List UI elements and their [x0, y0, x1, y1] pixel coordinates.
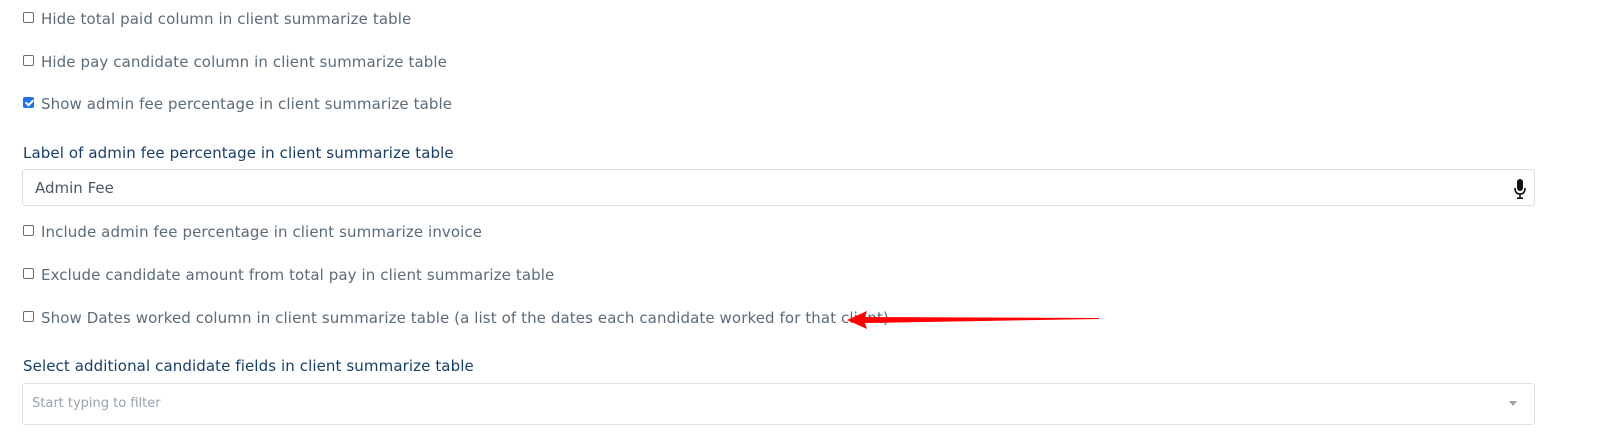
hide-pay-candidate-label: Hide pay candidate column in client summ… [41, 53, 447, 71]
show-admin-fee-pct-label: Show admin fee percentage in client summ… [41, 95, 453, 113]
hide-total-paid-checkbox[interactable] [23, 11, 34, 23]
red-arrow-annotation [847, 311, 1099, 329]
hide-total-paid-label: Hide total paid column in client summari… [41, 10, 412, 28]
admin-fee-label-input[interactable]: Admin Fee [22, 169, 1535, 206]
exclude-candidate-amount-checkbox[interactable] [23, 267, 34, 279]
hide-pay-candidate-row[interactable]: Hide pay candidate column in client summ… [23, 52, 447, 72]
exclude-candidate-amount-row[interactable]: Exclude candidate amount from total pay … [23, 265, 554, 285]
additional-fields-placeholder[interactable]: Start typing to filter [32, 396, 161, 411]
admin-fee-label-value[interactable]: Admin Fee [35, 179, 114, 197]
additional-fields-label: Select additional candidate fields in cl… [23, 357, 474, 375]
exclude-candidate-amount-label: Exclude candidate amount from total pay … [41, 266, 555, 284]
include-admin-fee-invoice-label: Include admin fee percentage in client s… [41, 223, 483, 241]
admin-fee-label-field-label: Label of admin fee percentage in client … [23, 144, 454, 162]
settings-panel: Hide total paid column in client summari… [0, 0, 1600, 439]
show-dates-worked-row[interactable]: Show Dates worked column in client summa… [23, 308, 889, 328]
show-admin-fee-pct-row[interactable]: Show admin fee percentage in client summ… [23, 94, 452, 114]
hide-pay-candidate-checkbox[interactable] [23, 54, 34, 66]
include-admin-fee-invoice-row[interactable]: Include admin fee percentage in client s… [23, 222, 482, 242]
show-admin-fee-pct-checkbox[interactable] [23, 96, 34, 108]
show-dates-worked-label: Show Dates worked column in client summa… [41, 309, 889, 327]
include-admin-fee-invoice-checkbox[interactable] [23, 224, 34, 236]
chevron-down-icon[interactable] [1509, 401, 1517, 406]
additional-fields-select[interactable]: Start typing to filter [22, 383, 1535, 425]
show-dates-worked-checkbox[interactable] [23, 310, 34, 322]
microphone-icon[interactable] [1514, 179, 1526, 199]
hide-total-paid-row[interactable]: Hide total paid column in client summari… [23, 9, 411, 29]
